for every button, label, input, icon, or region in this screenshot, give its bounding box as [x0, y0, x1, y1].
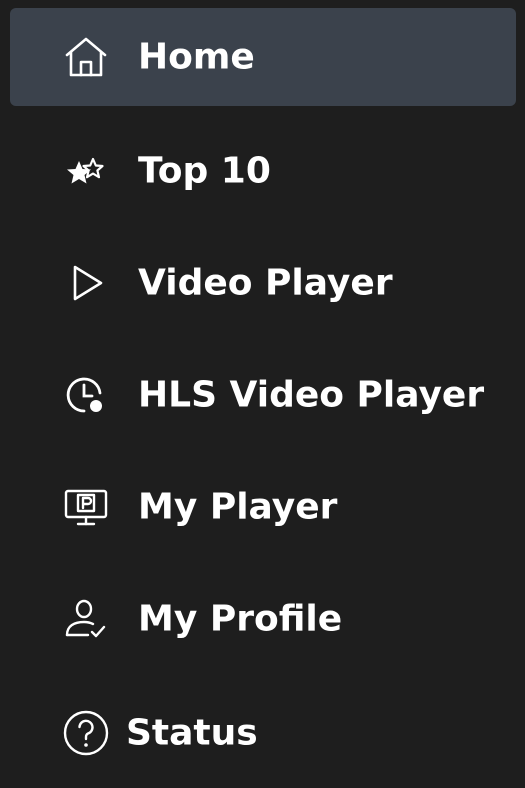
sidebar-item-my-player[interactable]: My Player	[10, 458, 516, 556]
sidebar-item-label: My Player	[138, 486, 338, 528]
sidebar-item-top-10[interactable]: Top 10	[10, 122, 516, 220]
sidebar-item-label: Video Player	[138, 262, 393, 304]
sidebar-item-video-player[interactable]: Video Player	[10, 234, 516, 332]
sidebar-item-hls-video-player[interactable]: HLS Video Player	[10, 346, 516, 444]
user-check-icon	[62, 595, 110, 643]
sidebar-item-label: Status	[126, 712, 258, 754]
help-circle-icon	[62, 709, 110, 757]
sidebar-nav: Home Top 10 Video Player HLS Video Playe…	[0, 0, 525, 788]
play-icon	[62, 259, 110, 307]
clock-icon	[62, 371, 110, 419]
sidebar-item-label: Top 10	[138, 150, 271, 192]
sidebar-item-label: Home	[138, 36, 255, 78]
sidebar-item-home[interactable]: Home	[10, 8, 516, 106]
sidebar-item-label: HLS Video Player	[138, 374, 485, 416]
monitor-p-icon	[62, 483, 110, 531]
home-icon	[62, 33, 110, 81]
sidebar-item-my-profile[interactable]: My Profile	[10, 570, 516, 668]
stars-icon	[62, 147, 110, 195]
sidebar-item-label: My Profile	[138, 598, 343, 640]
sidebar-item-status[interactable]: Status	[10, 684, 516, 782]
